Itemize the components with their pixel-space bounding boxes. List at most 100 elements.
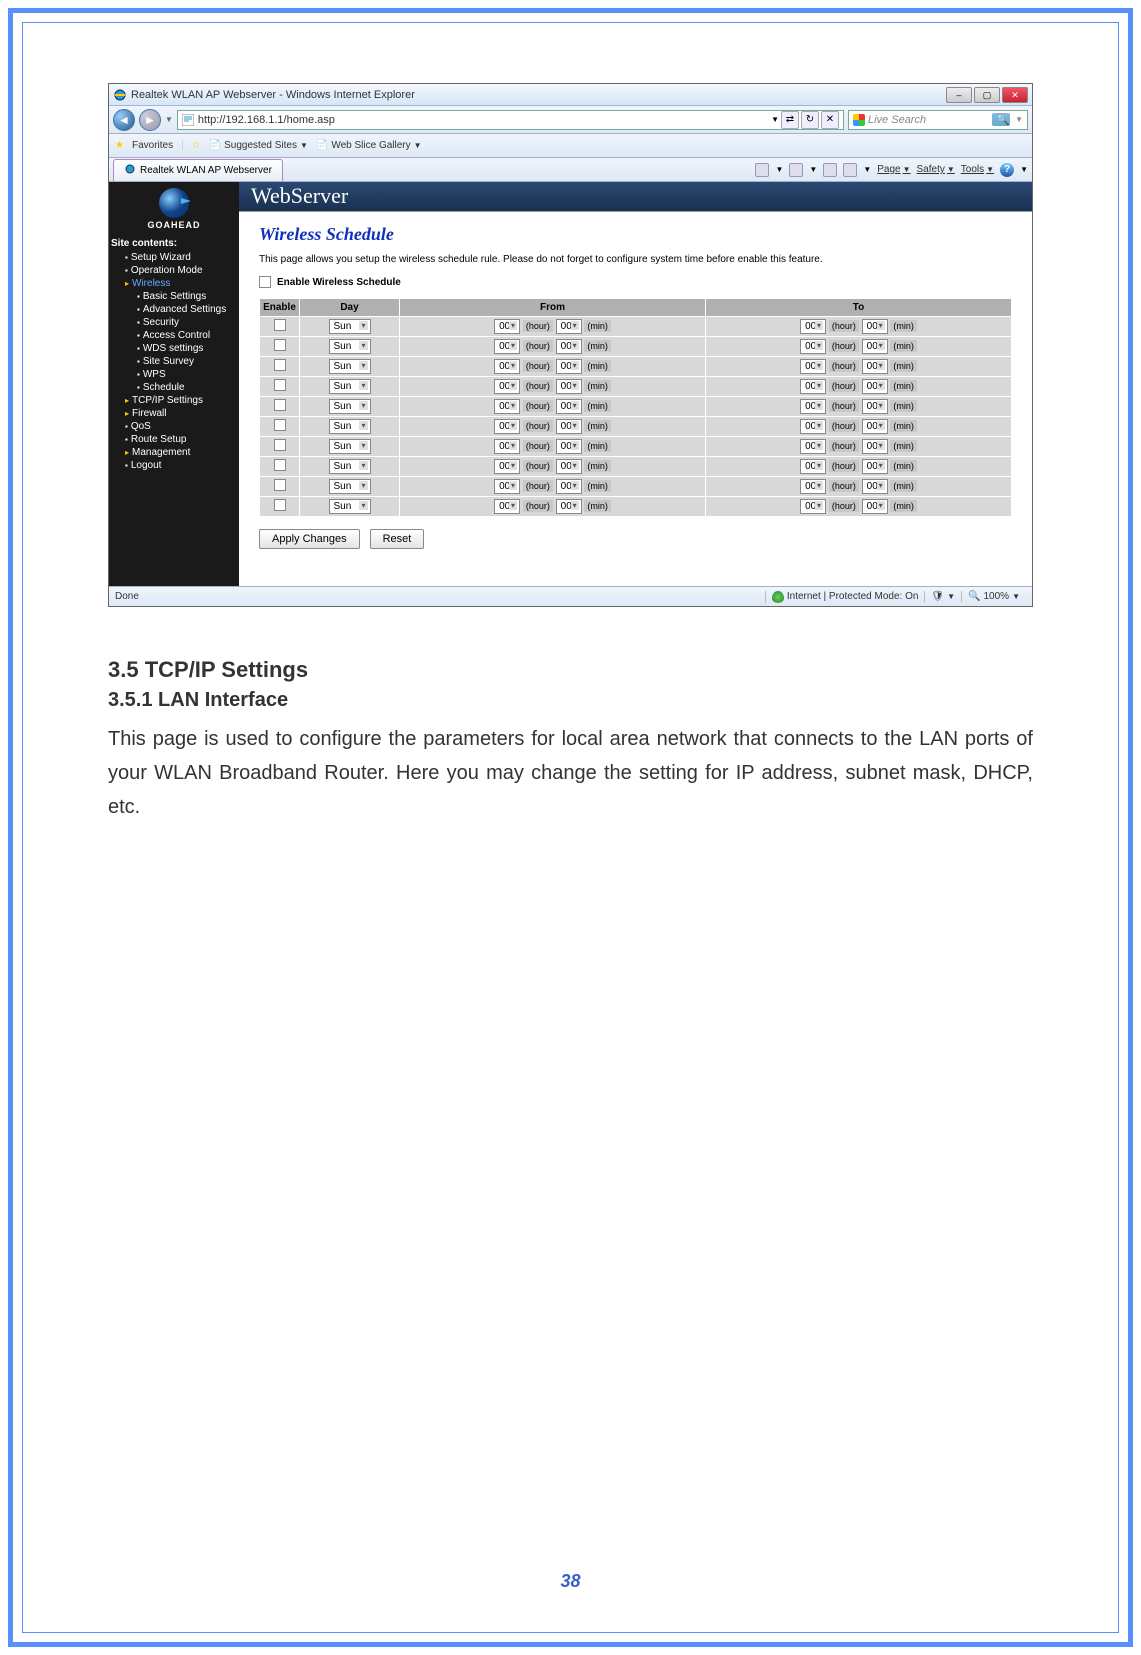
from-hour-select[interactable]: 00	[494, 399, 520, 414]
search-go-button[interactable]: 🔍	[992, 113, 1010, 126]
from-hour-select[interactable]: 00	[494, 499, 520, 514]
sidebar-item[interactable]: Wireless	[111, 277, 237, 290]
row-enable-checkbox[interactable]	[274, 319, 286, 331]
favorites-label[interactable]: Favorites	[132, 140, 173, 151]
sidebar-item[interactable]: Schedule	[111, 381, 237, 394]
to-hour-select[interactable]: 00	[800, 459, 826, 474]
sidebar-item[interactable]: Management	[111, 446, 237, 459]
day-select[interactable]: Sun	[329, 459, 371, 474]
sidebar-item[interactable]: WDS settings	[111, 342, 237, 355]
sidebar-item[interactable]: Access Control	[111, 329, 237, 342]
sidebar-item[interactable]: Advanced Settings	[111, 303, 237, 316]
day-select[interactable]: Sun	[329, 479, 371, 494]
day-select[interactable]: Sun	[329, 379, 371, 394]
address-bar[interactable]: http://192.168.1.1/home.asp ▼ ⇄ ↻ ✕	[177, 110, 844, 130]
to-min-select[interactable]: 00	[862, 419, 888, 434]
day-select[interactable]: Sun	[329, 439, 371, 454]
to-min-select[interactable]: 00	[862, 339, 888, 354]
zoom-control[interactable]: 🔍 100% ▼	[961, 591, 1026, 602]
add-fav-icon[interactable]: ☆	[192, 140, 201, 151]
to-hour-select[interactable]: 00	[800, 479, 826, 494]
help-icon[interactable]: ?	[1000, 163, 1014, 177]
to-hour-select[interactable]: 00	[800, 379, 826, 394]
row-enable-checkbox[interactable]	[274, 499, 286, 511]
to-hour-select[interactable]: 00	[800, 499, 826, 514]
row-enable-checkbox[interactable]	[274, 439, 286, 451]
stop-button[interactable]: ✕	[821, 111, 839, 129]
from-hour-select[interactable]: 00	[494, 339, 520, 354]
from-hour-select[interactable]: 00	[494, 379, 520, 394]
to-min-select[interactable]: 00	[862, 499, 888, 514]
to-min-select[interactable]: 00	[862, 359, 888, 374]
from-hour-select[interactable]: 00	[494, 359, 520, 374]
to-min-select[interactable]: 00	[862, 379, 888, 394]
search-dropdown-icon[interactable]: ▼	[1015, 115, 1023, 124]
day-select[interactable]: Sun	[329, 419, 371, 434]
sidebar-item[interactable]: Site Survey	[111, 355, 237, 368]
sidebar-item[interactable]: WPS	[111, 368, 237, 381]
forward-button[interactable]: ►	[139, 109, 161, 131]
from-min-select[interactable]: 00	[556, 359, 582, 374]
sidebar-item[interactable]: Security	[111, 316, 237, 329]
refresh-button[interactable]: ↻	[801, 111, 819, 129]
row-enable-checkbox[interactable]	[274, 379, 286, 391]
row-enable-checkbox[interactable]	[274, 479, 286, 491]
sidebar-item[interactable]: Setup Wizard	[111, 251, 237, 264]
to-min-select[interactable]: 00	[862, 459, 888, 474]
search-box[interactable]: Live Search 🔍 ▼	[848, 110, 1028, 130]
back-button[interactable]: ◄	[113, 109, 135, 131]
day-select[interactable]: Sun	[329, 399, 371, 414]
close-button[interactable]: ✕	[1002, 87, 1028, 103]
page-menu[interactable]: Page▼	[877, 164, 910, 175]
from-min-select[interactable]: 00	[556, 399, 582, 414]
sidebar-item[interactable]: TCP/IP Settings	[111, 394, 237, 407]
to-hour-select[interactable]: 00	[800, 339, 826, 354]
nav-dropdown-icon[interactable]: ▼	[165, 115, 173, 124]
day-select[interactable]: Sun	[329, 339, 371, 354]
addr-dropdown-icon[interactable]: ▼	[771, 115, 779, 124]
compat-view-button[interactable]: ⇄	[781, 111, 799, 129]
from-hour-select[interactable]: 00	[494, 459, 520, 474]
from-min-select[interactable]: 00	[556, 379, 582, 394]
maximize-button[interactable]: ▢	[974, 87, 1000, 103]
to-min-select[interactable]: 00	[862, 439, 888, 454]
sidebar-item[interactable]: Basic Settings	[111, 290, 237, 303]
to-hour-select[interactable]: 00	[800, 419, 826, 434]
to-hour-select[interactable]: 00	[800, 319, 826, 334]
from-hour-select[interactable]: 00	[494, 419, 520, 434]
feeds-icon[interactable]	[789, 163, 803, 177]
from-min-select[interactable]: 00	[556, 419, 582, 434]
favorites-star-icon[interactable]: ★	[115, 140, 124, 151]
day-select[interactable]: Sun	[329, 359, 371, 374]
reset-button[interactable]: Reset	[370, 529, 425, 549]
from-min-select[interactable]: 00	[556, 479, 582, 494]
day-select[interactable]: Sun	[329, 499, 371, 514]
to-min-select[interactable]: 00	[862, 479, 888, 494]
to-hour-select[interactable]: 00	[800, 399, 826, 414]
row-enable-checkbox[interactable]	[274, 359, 286, 371]
row-enable-checkbox[interactable]	[274, 419, 286, 431]
row-enable-checkbox[interactable]	[274, 459, 286, 471]
from-hour-select[interactable]: 00	[494, 479, 520, 494]
from-min-select[interactable]: 00	[556, 459, 582, 474]
status-security-icon[interactable]: 🛡▼	[924, 591, 961, 602]
row-enable-checkbox[interactable]	[274, 399, 286, 411]
sidebar-item[interactable]: Logout	[111, 459, 237, 472]
print-icon[interactable]	[843, 163, 857, 177]
row-enable-checkbox[interactable]	[274, 339, 286, 351]
enable-schedule-checkbox[interactable]	[259, 276, 271, 288]
tab-active[interactable]: Realtek WLAN AP Webserver	[113, 159, 283, 181]
home-icon[interactable]	[755, 163, 769, 177]
to-hour-select[interactable]: 00	[800, 439, 826, 454]
safety-menu[interactable]: Safety▼	[917, 164, 955, 175]
from-hour-select[interactable]: 00	[494, 439, 520, 454]
to-min-select[interactable]: 00	[862, 399, 888, 414]
tools-menu[interactable]: Tools▼	[961, 164, 994, 175]
web-slice-link[interactable]: 📄 Web Slice Gallery ▼	[316, 140, 422, 151]
from-min-select[interactable]: 00	[556, 339, 582, 354]
minimize-button[interactable]: –	[946, 87, 972, 103]
day-select[interactable]: Sun	[329, 319, 371, 334]
mail-icon[interactable]	[823, 163, 837, 177]
from-min-select[interactable]: 00	[556, 499, 582, 514]
from-min-select[interactable]: 00	[556, 319, 582, 334]
